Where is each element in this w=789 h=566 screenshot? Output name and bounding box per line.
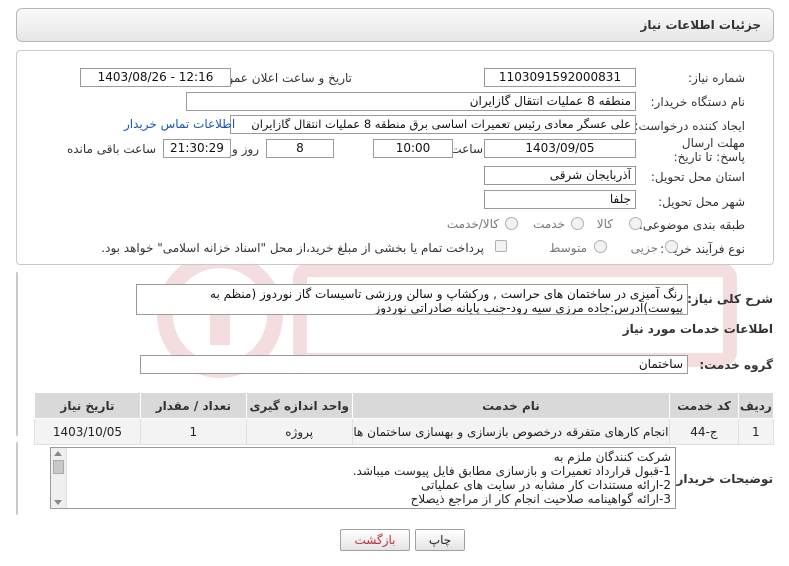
cell-service-name: انجام کارهای متفرقه درخصوص بازسازی و بهس… bbox=[351, 418, 671, 445]
services-table: ردیف کد خدمت نام خدمت واحد اندازه گیری ت… bbox=[34, 392, 775, 445]
deadline-label: مهلت ارسال پاسخ: تا تاریخ: bbox=[673, 136, 745, 164]
summary-label: شرح کلی نیاز: bbox=[687, 292, 773, 306]
buyer-notes-label: توضیحات خریدار: bbox=[671, 472, 773, 486]
col-row: ردیف bbox=[737, 392, 775, 419]
announce-datetime-field: 1403/08/26 - 12:16 bbox=[80, 68, 231, 87]
province-field: آذربایجان شرقی bbox=[484, 166, 636, 185]
service-group-field: ساختمان bbox=[140, 355, 688, 374]
cell-row: 1 bbox=[737, 418, 775, 445]
print-button[interactable]: چاپ bbox=[415, 529, 465, 551]
buyer-org-field: منطقه 8 عملیات انتقال گازایران bbox=[186, 92, 636, 111]
category-goods-service-radio[interactable] bbox=[505, 217, 518, 230]
days-label: روز و bbox=[232, 142, 259, 156]
buyer-notes-line: 1-قبول قرارداد تعمیرات و بازسازی مطابق ف… bbox=[352, 464, 671, 478]
col-quantity: تعداد / مقدار bbox=[139, 392, 247, 419]
requester-label: ایجاد کننده درخواست: bbox=[634, 119, 745, 133]
category-label: طبقه بندی موضوعی: bbox=[638, 218, 745, 232]
category-service-radio[interactable] bbox=[571, 217, 584, 230]
province-label: استان محل تحویل: bbox=[650, 170, 745, 184]
buyer-org-label: نام دستگاه خریدار: bbox=[650, 95, 746, 109]
process-medium-label: متوسط bbox=[549, 241, 587, 255]
requester-field: علی عسگر معادی رئیس تعمیرات اساسی برق من… bbox=[230, 115, 636, 134]
buyer-contact-link[interactable]: اطلاعات تماس خریدار bbox=[124, 117, 235, 131]
treasury-payment-checkbox[interactable] bbox=[495, 240, 507, 252]
page-header: جزئیات اطلاعات نیاز bbox=[16, 8, 774, 42]
col-need-date: تاریخ نیاز bbox=[34, 392, 141, 419]
table-row: 1 ج-44 انجام کارهای متفرقه درخصوص بازساز… bbox=[34, 418, 775, 445]
buyer-notes-line: شرکت کنندگان ملزم به bbox=[553, 450, 671, 464]
deadline-time-label: ساعت bbox=[450, 142, 483, 156]
remaining-time-label: ساعت باقی مانده bbox=[66, 142, 156, 156]
cell-quantity: 1 bbox=[139, 418, 247, 445]
col-service-name: نام خدمت bbox=[351, 392, 671, 419]
process-minor-label: جزیی bbox=[630, 241, 658, 255]
remaining-days-field: 8 bbox=[266, 139, 334, 158]
buyer-notes-panel bbox=[16, 442, 18, 515]
need-number-label: شماره نیاز: bbox=[688, 71, 745, 85]
buyer-notes-textarea[interactable]: شرکت کنندگان ملزم به 1-قبول قرارداد تعمی… bbox=[50, 447, 676, 509]
scroll-thumb[interactable] bbox=[53, 460, 64, 474]
scroll-down-icon[interactable] bbox=[54, 500, 62, 505]
category-goods-service-label: کالا/خدمت bbox=[446, 217, 499, 231]
page-title: جزئیات اطلاعات نیاز bbox=[640, 18, 761, 32]
buyer-notes-line: 3-ارائه گواهینامه صلاحیت انجام کار از مر… bbox=[410, 492, 671, 506]
deadline-date-field: 1403/09/05 bbox=[484, 139, 636, 158]
notes-scrollbar[interactable] bbox=[51, 448, 67, 508]
col-service-code: کد خدمت bbox=[669, 392, 739, 419]
need-number-field: 1103091592000831 bbox=[484, 68, 636, 87]
services-panel bbox=[16, 272, 18, 436]
category-goods-radio[interactable] bbox=[629, 217, 642, 230]
summary-text: رنگ آمیزی در ساختمان های حراست , ورکشاپ … bbox=[136, 284, 688, 315]
col-unit: واحد اندازه گیری bbox=[245, 392, 353, 419]
process-minor-radio[interactable] bbox=[665, 240, 678, 253]
cell-unit: پروژه bbox=[245, 418, 353, 445]
cell-service-code: ج-44 bbox=[669, 418, 739, 445]
city-label: شهر محل تحویل: bbox=[658, 195, 745, 209]
category-goods-label: کالا bbox=[596, 217, 613, 231]
service-group-label: گروه خدمت: bbox=[699, 358, 773, 372]
back-button[interactable]: بازگشت bbox=[340, 529, 410, 551]
remaining-time-field: 21:30:29 bbox=[163, 139, 231, 158]
cell-need-date: 1403/10/05 bbox=[34, 418, 141, 445]
deadline-time-field: 10:00 bbox=[373, 139, 453, 158]
buyer-notes-line: 2-ارائه مستندات کار مشابه در سایت های عم… bbox=[421, 478, 671, 492]
services-info-title: اطلاعات خدمات مورد نیاز bbox=[622, 322, 773, 336]
scroll-up-icon[interactable] bbox=[54, 451, 62, 456]
category-service-label: خدمت bbox=[533, 217, 565, 231]
city-field: جلفا bbox=[484, 190, 636, 209]
process-medium-radio[interactable] bbox=[594, 240, 607, 253]
treasury-payment-note: پرداخت تمام یا بخشی از مبلغ خرید،از محل … bbox=[101, 241, 484, 255]
